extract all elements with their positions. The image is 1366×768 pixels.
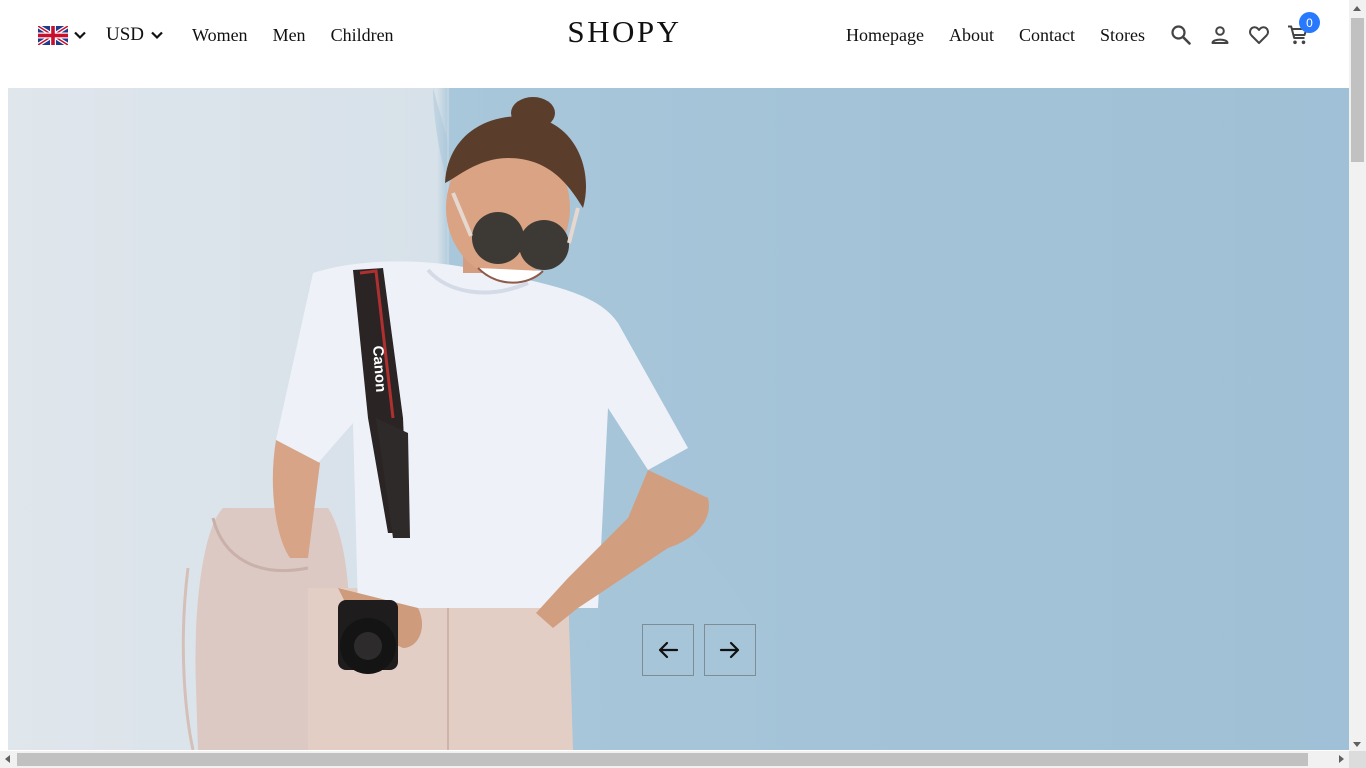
account-button[interactable]	[1209, 24, 1231, 46]
user-icon	[1211, 26, 1229, 44]
nav-link-homepage[interactable]: Homepage	[846, 25, 924, 46]
arrow-right-icon	[719, 641, 740, 659]
camera-strap-text: Canon	[369, 345, 389, 393]
vertical-scrollbar[interactable]	[1349, 0, 1366, 751]
vertical-scroll-thumb[interactable]	[1351, 18, 1364, 162]
nav-link-stores[interactable]: Stores	[1100, 25, 1145, 46]
scroll-down-arrow-icon[interactable]	[1353, 742, 1361, 747]
cart-button[interactable]: 0	[1287, 12, 1320, 46]
horizontal-scrollbar[interactable]	[0, 751, 1349, 768]
wishlist-button[interactable]	[1248, 24, 1270, 46]
horizontal-scroll-thumb[interactable]	[17, 753, 1308, 766]
scroll-right-arrow-icon[interactable]	[1339, 755, 1344, 763]
slider-prev-button[interactable]	[642, 624, 694, 676]
scrollbar-corner	[1349, 751, 1366, 768]
heart-icon	[1249, 26, 1269, 44]
search-button[interactable]	[1170, 24, 1192, 46]
nav-link-contact[interactable]: Contact	[1019, 25, 1075, 46]
scroll-up-arrow-icon[interactable]	[1353, 6, 1361, 11]
hero-slider: Canon	[8, 88, 1349, 750]
nav-right: Homepage About Contact Stores 0	[846, 12, 1349, 48]
scroll-left-arrow-icon[interactable]	[5, 755, 10, 763]
nav-link-about[interactable]: About	[949, 25, 994, 46]
top-navbar: USD Women Men Children SHOPY Homepage Ab…	[0, 0, 1349, 88]
cart-count-badge: 0	[1299, 12, 1320, 33]
arrow-left-icon	[658, 641, 679, 659]
search-icon	[1171, 25, 1191, 45]
slider-next-button[interactable]	[704, 624, 756, 676]
